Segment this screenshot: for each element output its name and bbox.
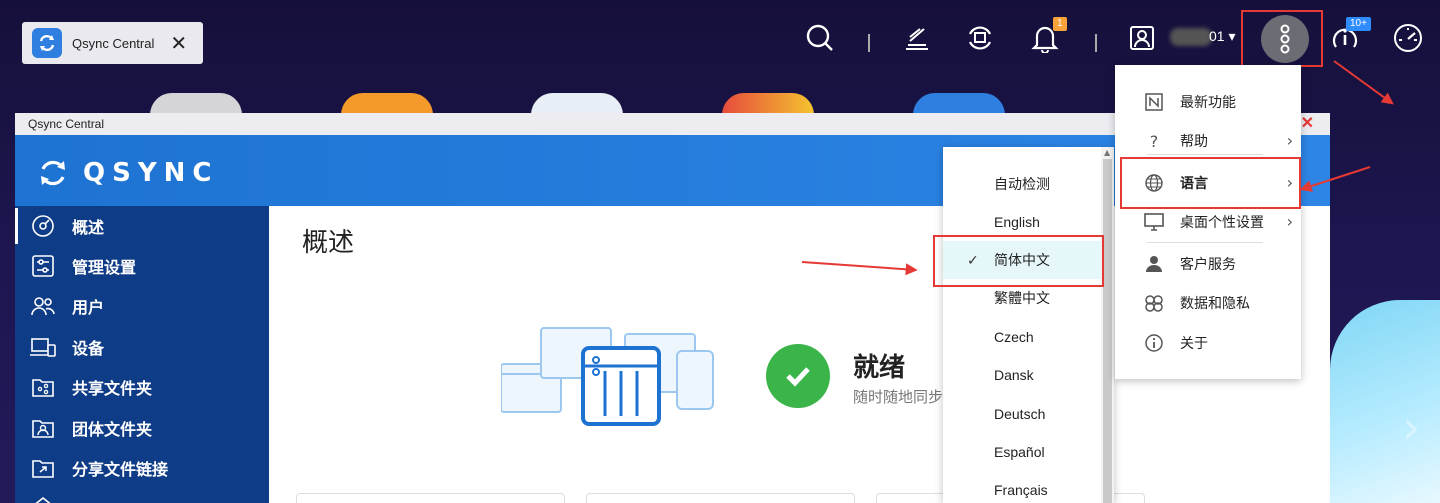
menu-item-data-privacy[interactable]: 数据和隐私 [1115, 283, 1301, 323]
chevron-right-icon[interactable]: › [1402, 400, 1420, 454]
search-icon[interactable] [800, 18, 840, 58]
language-scrollbar[interactable]: ▲ [1101, 147, 1114, 503]
window-title: Qsync Central [28, 117, 105, 131]
menu-item-whats-new[interactable]: 最新功能 [1115, 82, 1301, 122]
sidebar-item-team-folder[interactable]: 团体文件夹 [15, 408, 269, 448]
monitor-icon [1142, 210, 1166, 234]
page-title: 概述 [302, 228, 355, 258]
language-option[interactable]: Français [943, 471, 1103, 503]
user-profile-icon[interactable] [1122, 18, 1162, 58]
scroll-up-icon[interactable]: ▲ [1104, 148, 1110, 157]
help-icon: ? [1149, 131, 1159, 151]
sidebar-item-label: 分享文件链接 [72, 460, 169, 479]
share-link-icon [30, 455, 56, 481]
sidebar-item-label: 概述 [72, 218, 105, 237]
sync-status-icon[interactable] [960, 18, 1000, 58]
taskbar-tab-qsync[interactable]: Qsync Central ✕ [22, 22, 203, 64]
language-option[interactable]: Español [943, 433, 1103, 471]
chevron-right-icon: › [1286, 131, 1293, 150]
qsync-logo: QSYNC [37, 157, 219, 189]
devices-icon [30, 334, 56, 360]
overview-icon [30, 213, 56, 239]
shared-folder-icon [30, 374, 56, 400]
annotation-arrow [1333, 60, 1393, 105]
dashboard-gauge-icon[interactable] [1388, 18, 1428, 58]
divider [1095, 34, 1097, 52]
username-label[interactable]: 01 ▾ [1209, 28, 1236, 45]
close-icon[interactable]: ✕ [170, 33, 187, 53]
language-option[interactable]: Dansk [943, 356, 1103, 394]
menu-divider [1147, 242, 1263, 243]
language-option[interactable]: 自动检测 [943, 165, 1103, 203]
sidebar-item-label: 设备 [72, 339, 105, 358]
menu-item-customer-service[interactable]: 客户服务 [1115, 244, 1301, 284]
team-folder-icon [30, 415, 56, 441]
overview-card [296, 493, 565, 503]
annotation-box [1120, 157, 1301, 209]
divider [868, 34, 870, 52]
notification-badge: 1 [1053, 17, 1067, 31]
info-icon [1142, 331, 1166, 355]
whats-new-icon [1142, 90, 1166, 114]
menu-item-about[interactable]: 关于 [1115, 323, 1301, 363]
sidebar-item-label: 团体文件夹 [72, 420, 153, 439]
sidebar-item-label: 管理设置 [72, 258, 137, 277]
overview-card [586, 493, 855, 503]
language-option[interactable]: Czech [943, 318, 1103, 356]
sync-logo-icon [41, 160, 65, 186]
window-close-icon[interactable]: ✕ [1301, 113, 1314, 135]
menu-divider [1147, 154, 1263, 155]
annotation-box [933, 235, 1104, 287]
qsync-app-icon [32, 28, 62, 58]
sidebar-item-label: 共享文件夹 [72, 379, 153, 398]
language-submenu: 自动检测 English ✓ 简体中文 繁體中文 Czech Dansk Deut… [943, 147, 1114, 503]
status-subtitle: 随时随地同步 [853, 388, 944, 406]
tab-label: Qsync Central [72, 35, 155, 51]
settings-sliders-icon [30, 253, 56, 279]
ready-check-icon [766, 344, 830, 408]
sidebar-item-users[interactable]: 用户 [15, 286, 269, 326]
sidebar-item-share-link[interactable]: 分享文件链接 [15, 448, 269, 488]
chevron-right-icon: › [1286, 212, 1293, 231]
desktop-wallpaper-wave [1330, 300, 1440, 503]
annotation-box [1241, 10, 1323, 67]
logo-text: QSYNC [83, 158, 219, 188]
users-icon [30, 293, 56, 319]
sidebar-item-overview[interactable]: 概述 [15, 206, 269, 246]
person-icon [1142, 252, 1166, 276]
sidebar-item-shared-folder[interactable]: 共享文件夹 [15, 367, 269, 407]
status-title: 就绪 [853, 353, 906, 383]
info-badge: 10+ [1346, 17, 1371, 31]
menu-item-help[interactable]: ? 帮助 › [1115, 121, 1301, 161]
sidebar-item-devices[interactable]: 设备 [15, 327, 269, 367]
sidebar-item-settings[interactable]: 管理设置 [15, 246, 269, 286]
language-option[interactable]: Deutsch [943, 395, 1103, 433]
sidebar: 概述 管理设置 用户 设备 共享文件夹 团体文件夹 分享文件链接 [15, 206, 269, 503]
more-options-menu: 最新功能 ? 帮助 › 语言 › 桌面个性设置 › 客户服务 数据和隐私 关于 [1115, 65, 1301, 379]
username-redacted [1170, 28, 1212, 46]
sync-devices-illustration [501, 327, 714, 426]
scrollbar-thumb[interactable] [1103, 159, 1112, 503]
partial-icon [30, 495, 56, 503]
sidebar-item-label: 用户 [72, 298, 105, 317]
sidebar-item-more[interactable] [15, 488, 269, 503]
privacy-icon [1142, 291, 1166, 315]
tasks-icon[interactable] [897, 18, 937, 58]
